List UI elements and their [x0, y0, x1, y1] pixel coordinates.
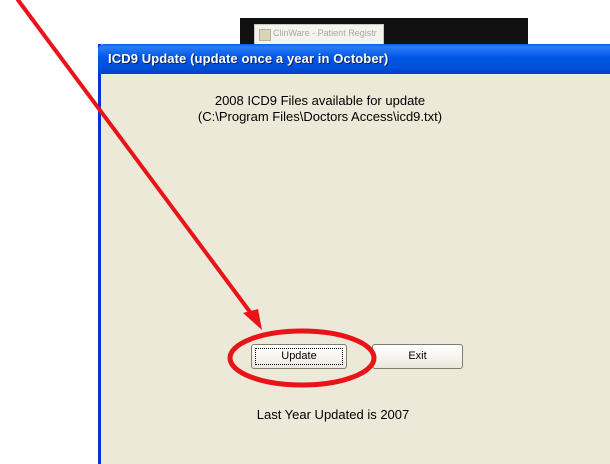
last-updated-text: Last Year Updated is 2007 [256, 407, 410, 422]
icd9-update-dialog: ICD9 Update (update once a year in Octob… [98, 44, 610, 464]
app-icon [259, 29, 271, 41]
title-bar[interactable]: ICD9 Update (update once a year in Octob… [98, 44, 610, 74]
exit-button-label: Exit [408, 350, 427, 362]
update-button[interactable]: Update [251, 344, 347, 369]
background-window-title: ClinWare - Patient Registr [273, 28, 377, 38]
exit-button[interactable]: Exit [372, 344, 463, 369]
files-available-text: 2008 ICD9 Files available for update [214, 93, 426, 108]
file-path-text: (C:\Program Files\Doctors Access\icd9.tx… [197, 109, 443, 124]
dialog-title: ICD9 Update (update once a year in Octob… [108, 51, 389, 66]
update-button-label: Update [281, 350, 317, 362]
